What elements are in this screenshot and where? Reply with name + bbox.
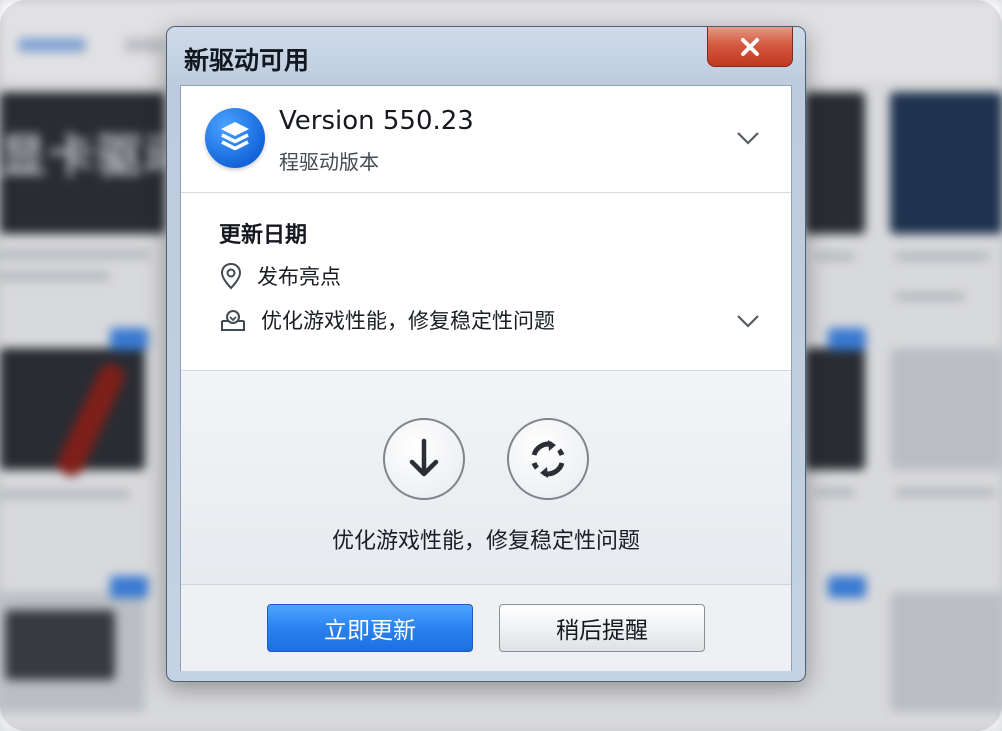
driver-subtitle: 程驱动版本: [279, 150, 379, 174]
dialog-title: 新驱动可用: [184, 46, 310, 75]
layers-icon: [205, 108, 265, 168]
update-description: 优化游戏性能，修复稳定性问题: [331, 529, 640, 554]
remind-later-button[interactable]: 稍后提醒: [499, 604, 705, 652]
release-highlights-row: 发布亮点: [219, 261, 341, 291]
action-area: 优化游戏性能，修复稳定性问题: [181, 371, 791, 585]
refresh-icon: [531, 440, 565, 478]
close-icon: [741, 37, 759, 56]
location-pin-icon: [220, 262, 242, 290]
release-detail-text: 优化游戏性能，修复稳定性问题: [261, 309, 555, 333]
chevron-down-icon[interactable]: [735, 128, 761, 148]
release-info: 更新日期 发布亮点 优化游戏性能，修复稳定性问题: [181, 193, 791, 371]
refresh-button[interactable]: [507, 418, 589, 500]
driver-version: Version 550.23: [279, 106, 474, 136]
install-icon: [221, 310, 245, 331]
driver-header[interactable]: Version 550.23 程驱动版本: [181, 86, 791, 193]
chevron-down-icon[interactable]: [735, 311, 761, 331]
release-highlights-label: 发布亮点: [257, 265, 341, 289]
release-detail-row[interactable]: 优化游戏性能，修复稳定性问题: [219, 305, 555, 335]
dialog-content: Version 550.23 程驱动版本 更新日期 发布亮点 优化游戏性能，修复…: [180, 85, 792, 671]
update-dialog: 新驱动可用 Version 550.23 程驱动版本 更新日期 发布亮点 优化游…: [166, 26, 806, 682]
download-button[interactable]: [383, 418, 465, 500]
update-date-heading: 更新日期: [219, 223, 308, 248]
dialog-footer: 立即更新 稍后提醒: [181, 585, 791, 671]
download-arrow-icon: [409, 438, 439, 477]
close-button[interactable]: [707, 27, 793, 67]
update-now-button[interactable]: 立即更新: [267, 604, 473, 652]
